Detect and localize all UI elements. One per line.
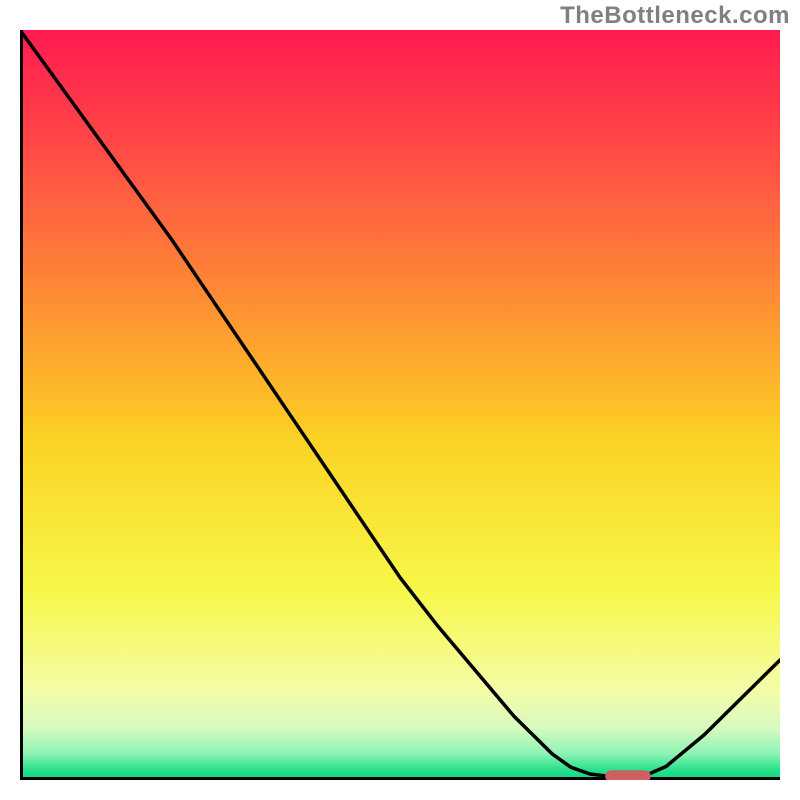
plot-svg bbox=[20, 30, 780, 780]
gradient-background bbox=[20, 30, 780, 780]
chart-container: TheBottleneck.com bbox=[0, 0, 800, 800]
optimal-marker bbox=[605, 770, 651, 780]
plot-frame bbox=[20, 30, 780, 780]
watermark-text: TheBottleneck.com bbox=[560, 2, 790, 30]
